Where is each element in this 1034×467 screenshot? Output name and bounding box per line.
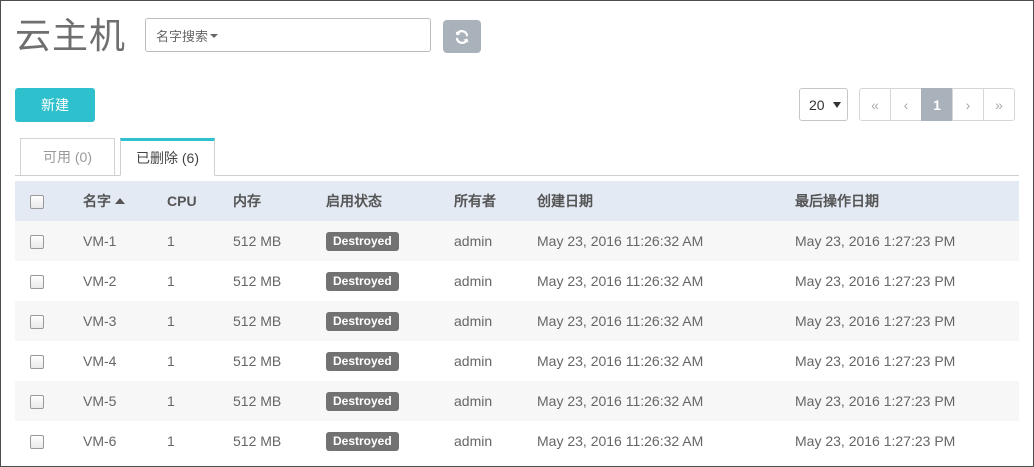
header-memory[interactable]: 内存 [233,181,326,221]
vm-last-operation: May 23, 2016 1:27:23 PM [795,381,1019,421]
search-field-dropdown[interactable]: 名字搜索 [156,26,219,45]
vm-name[interactable]: VM-5 [83,381,167,421]
vm-created: May 23, 2016 11:26:32 AM [537,421,795,461]
vm-status-cell: Destroyed [326,341,454,381]
vm-last-operation: May 23, 2016 1:27:23 PM [795,261,1019,301]
status-badge: Destroyed [326,391,399,411]
page-title: 云主机 [15,16,127,57]
row-checkbox[interactable] [30,315,44,330]
vm-memory: 512 MB [233,381,326,421]
vm-created: May 23, 2016 11:26:32 AM [537,301,795,341]
table-row[interactable]: VM-4 1 512 MB Destroyed admin May 23, 20… [15,341,1019,381]
status-badge: Destroyed [326,431,399,451]
page-1-button[interactable]: 1 [921,88,953,121]
vm-name[interactable]: VM-2 [83,261,167,301]
vm-memory: 512 MB [233,261,326,301]
row-checkbox[interactable] [30,275,44,290]
vm-last-operation: May 23, 2016 1:27:23 PM [795,341,1019,381]
row-checkbox-cell [15,421,83,461]
next-page-button[interactable]: › [952,88,984,121]
vm-name[interactable]: VM-4 [83,341,167,381]
vm-last-operation: May 23, 2016 1:27:23 PM [795,221,1019,261]
main-panel: 云主机 名字搜索 新建 20 « ‹ 1 › » 可用 (0) 已删除 (6) [0,0,1034,467]
vm-owner: admin [454,221,537,261]
vm-memory: 512 MB [233,221,326,261]
vm-table: 名字 CPU 内存 启用状态 所有者 创建日期 最后操作日期 VM-1 1 51… [15,181,1019,461]
vm-cpu: 1 [167,261,233,301]
row-checkbox-cell [15,221,83,261]
new-button[interactable]: 新建 [15,88,95,122]
vm-name[interactable]: VM-3 [83,301,167,341]
vm-created: May 23, 2016 11:26:32 AM [537,261,795,301]
vm-cpu: 1 [167,341,233,381]
page-size-select[interactable]: 20 [799,88,848,121]
refresh-button[interactable] [443,20,481,53]
row-checkbox[interactable] [30,235,44,250]
vm-cpu: 1 [167,421,233,461]
header-name-label: 名字 [83,193,111,209]
vm-last-operation: May 23, 2016 1:27:23 PM [795,421,1019,461]
pagination: « ‹ 1 › » [859,88,1015,121]
header-cpu[interactable]: CPU [167,181,233,221]
sort-ascending-icon [115,198,125,204]
vm-memory: 512 MB [233,421,326,461]
row-checkbox[interactable] [30,395,44,410]
vm-status-cell: Destroyed [326,421,454,461]
status-badge: Destroyed [326,231,399,251]
header-last-operation[interactable]: 最后操作日期 [795,181,1019,221]
last-page-button[interactable]: » [983,88,1015,121]
vm-created: May 23, 2016 11:26:32 AM [537,341,795,381]
dropdown-arrow-icon [833,102,841,108]
vm-owner: admin [454,341,537,381]
vm-last-operation: May 23, 2016 1:27:23 PM [795,301,1019,341]
header-select-all-cell [15,181,83,221]
row-checkbox[interactable] [30,355,44,370]
table-row[interactable]: VM-6 1 512 MB Destroyed admin May 23, 20… [15,421,1019,461]
search-input[interactable]: 名字搜索 [145,18,431,52]
row-checkbox-cell [15,301,83,341]
vm-owner: admin [454,381,537,421]
header-name[interactable]: 名字 [83,181,167,221]
vm-cpu: 1 [167,381,233,421]
vm-status-cell: Destroyed [326,381,454,421]
vm-cpu: 1 [167,221,233,261]
vm-memory: 512 MB [233,341,326,381]
select-all-checkbox[interactable] [30,195,44,210]
tab-available[interactable]: 可用 (0) [20,138,115,175]
vm-cpu: 1 [167,301,233,341]
vm-name[interactable]: VM-1 [83,221,167,261]
vm-status-cell: Destroyed [326,261,454,301]
refresh-icon [455,29,469,44]
prev-page-button[interactable]: ‹ [890,88,922,121]
page-size-value: 20 [809,96,825,113]
header-created[interactable]: 创建日期 [537,181,795,221]
table-header-row: 名字 CPU 内存 启用状态 所有者 创建日期 最后操作日期 [15,181,1019,221]
row-checkbox[interactable] [30,435,44,450]
table-row[interactable]: VM-3 1 512 MB Destroyed admin May 23, 20… [15,301,1019,341]
tab-deleted[interactable]: 已删除 (6) [120,138,215,176]
vm-name[interactable]: VM-6 [83,421,167,461]
vm-status-cell: Destroyed [326,301,454,341]
table-row[interactable]: VM-2 1 512 MB Destroyed admin May 23, 20… [15,261,1019,301]
header-owner[interactable]: 所有者 [454,181,537,221]
vm-status-cell: Destroyed [326,221,454,261]
search-dropdown-label: 名字搜索 [156,28,209,44]
first-page-button[interactable]: « [859,88,891,121]
vm-created: May 23, 2016 11:26:32 AM [537,381,795,421]
table-row[interactable]: VM-1 1 512 MB Destroyed admin May 23, 20… [15,221,1019,261]
chevron-down-icon [210,34,219,38]
status-badge: Destroyed [326,351,399,371]
vm-owner: admin [454,301,537,341]
status-badge: Destroyed [326,271,399,291]
row-checkbox-cell [15,381,83,421]
row-checkbox-cell [15,261,83,301]
header-status[interactable]: 启用状态 [326,181,454,221]
vm-created: May 23, 2016 11:26:32 AM [537,221,795,261]
table-row[interactable]: VM-5 1 512 MB Destroyed admin May 23, 20… [15,381,1019,421]
vm-memory: 512 MB [233,301,326,341]
status-badge: Destroyed [326,311,399,331]
row-checkbox-cell [15,341,83,381]
vm-owner: admin [454,421,537,461]
vm-owner: admin [454,261,537,301]
